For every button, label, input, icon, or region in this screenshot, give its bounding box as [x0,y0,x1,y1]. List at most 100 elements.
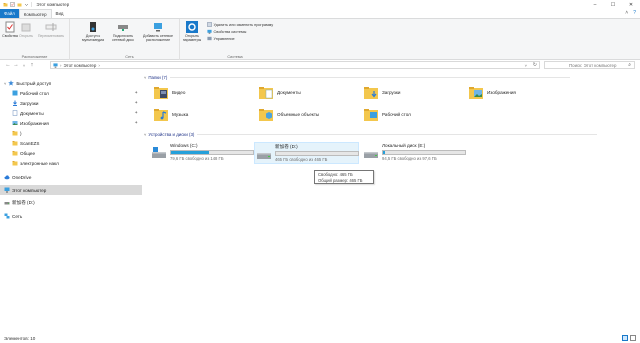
address-bar[interactable]: › Этот компьютер › ˅ ↻ [50,61,540,69]
chevron-up-icon[interactable]: ˄ [625,10,628,16]
folder-pictures[interactable]: Изображения [469,86,516,99]
title-bar: | Этот компьютер – ☐ ✕ [0,0,640,9]
breadcrumb[interactable]: Этот компьютер [63,63,96,68]
sidebar-item-pictures[interactable]: Изображения ✦ [0,118,142,128]
drives-section-header[interactable]: ˅ Устройства и диски (3) [144,132,598,137]
sidebar-item-folder[interactable]: ) [0,128,142,138]
documents-folder-icon [259,87,273,99]
maximize-icon[interactable]: ☐ [604,0,622,9]
pin-icon[interactable]: ✦ [134,120,138,126]
breadcrumb-separator: › [98,62,100,68]
sidebar-item-drive-d[interactable]: 新加卷 (D:) [0,198,142,208]
folder-3d-objects[interactable]: Объемные объекты [259,108,319,121]
sidebar-item-common[interactable]: Общее [0,148,142,158]
tab-view[interactable]: Вид [52,9,68,18]
breadcrumb-separator: › [60,62,62,68]
search-input[interactable]: Поиск: Этот компьютер ⌕ [544,61,635,69]
chevron-down-icon[interactable]: ˅ [144,132,146,137]
up-arrow-icon[interactable]: ↑ [28,62,36,68]
network-icon [4,213,10,219]
drive-name: 新加卷 (D:) [275,144,298,149]
item-count: Элементов: 10 [4,335,36,341]
help-icon[interactable]: ? [633,10,636,16]
folder-icon [12,161,18,166]
map-drive-button[interactable]: Подключить сетевой диск [108,21,138,42]
drive-free-space: 94,5 ГБ свободно из 97,6 ГБ [382,156,437,161]
chevron-down-icon[interactable]: ˅ [144,75,146,80]
customize-dropdown-icon[interactable] [24,2,29,7]
programs-icon [207,22,212,27]
forward-arrow-icon[interactable]: → [12,62,20,68]
minimize-icon[interactable]: – [586,0,604,9]
address-dropdown-icon[interactable]: ˅ [525,63,527,68]
properties-button[interactable]: Свойства [2,21,18,38]
new-folder-icon[interactable] [17,2,22,7]
uninstall-program-button[interactable]: Удалить или изменить программу [207,22,273,27]
music-folder-icon [154,109,168,121]
system-properties-button[interactable]: Свойства системы [207,29,246,34]
sidebar-item-quick-access[interactable]: ˅ Быстрый доступ [0,78,142,88]
recent-dropdown-icon[interactable]: ˅ [20,63,28,68]
properties-icon [5,21,15,33]
folder-icon [12,141,18,146]
folder-music[interactable]: Музыка [154,108,188,121]
ribbon-tabs: Файл Компьютер Вид ˄ ? [0,9,640,18]
drive-item[interactable]: Windows (C:) 79,6 ГБ свободно из 148 ГБ [150,142,255,164]
sidebar-item-network[interactable]: Сеть [0,211,142,221]
downloads-folder-icon [364,87,378,99]
window-controls: – ☐ ✕ [586,0,640,9]
drive-item[interactable]: 新加卷 (D:) 465 ГБ свободно из 465 ГБ [254,142,359,164]
manage-button[interactable]: Управление [207,36,235,41]
open-button[interactable]: Открыть [19,21,33,38]
drive-item[interactable]: Локальный диск (E:) 94,5 ГБ свободно из … [362,142,467,164]
sidebar-item-invoices[interactable]: электронные накл [0,158,142,168]
sidebar-item-onedrive[interactable]: OneDrive [0,172,142,182]
ribbon-group-system: Открыть параметры Удалить или изменить п… [180,19,290,60]
sidebar-item-scanezs[interactable]: ScanEZS [0,138,142,148]
media-access-button[interactable]: Доступ к мультимедиа [80,21,106,42]
details-view-icon[interactable] [622,335,628,341]
window-title: Этот компьютер [36,2,70,7]
back-arrow-icon[interactable]: ← [4,62,12,68]
manage-icon [207,36,212,41]
rename-icon [45,23,57,31]
folder-videos[interactable]: Видео [154,86,185,99]
network-location-icon [154,23,162,32]
address-row: ← → ˅ ↑ › Этот компьютер › ˅ ↻ Поиск: Эт… [0,60,640,70]
desktop-folder-icon [364,109,378,121]
search-icon[interactable]: ⌕ [628,62,631,68]
pin-icon[interactable]: ✦ [134,90,138,96]
navigation-pane: ˅ Быстрый доступ Рабочий стол ✦ Загрузки… [0,72,142,330]
sidebar-item-documents[interactable]: Документы ✦ [0,108,142,118]
drive-icon [364,152,378,158]
pin-icon[interactable]: ✦ [134,100,138,106]
rename-button[interactable]: Переименовать [34,21,68,38]
divider [170,77,571,78]
quick-access-toolbar: | [3,2,34,8]
ribbon-group-location: Свойства Открыть Переименовать Расположе… [0,19,70,60]
drive-free-space: 79,6 ГБ свободно из 148 ГБ [170,156,224,161]
properties-check-icon[interactable] [10,2,15,7]
folder-desktop[interactable]: Рабочий стол [364,108,411,121]
folders-section-header[interactable]: ˅ Папки (7) [144,75,571,80]
refresh-icon[interactable]: ↻ [533,62,537,68]
sidebar-item-this-pc[interactable]: Этот компьютер [0,185,142,195]
tab-computer[interactable]: Компьютер [18,9,52,18]
sidebar-item-downloads[interactable]: Загрузки ✦ [0,98,142,108]
tiles-view-icon[interactable] [630,335,636,341]
chevron-down-icon[interactable]: ˅ [4,81,6,86]
drive-free-space: 465 ГБ свободно из 465 ГБ [275,157,328,162]
folder-documents[interactable]: Документы [259,86,301,99]
pin-icon[interactable]: ✦ [134,110,138,116]
divider [197,134,598,135]
star-icon [8,80,15,86]
folder-downloads[interactable]: Загрузки [364,86,401,99]
folder-icon [12,131,18,136]
add-network-location-button[interactable]: Добавить сетевое расположение [140,21,176,42]
drive-usage-bar [382,150,466,155]
open-settings-button[interactable]: Открыть параметры [180,21,204,42]
sidebar-item-desktop[interactable]: Рабочий стол ✦ [0,88,142,98]
system-icon [207,29,212,34]
close-icon[interactable]: ✕ [622,0,640,9]
tab-file[interactable]: Файл [0,9,19,18]
